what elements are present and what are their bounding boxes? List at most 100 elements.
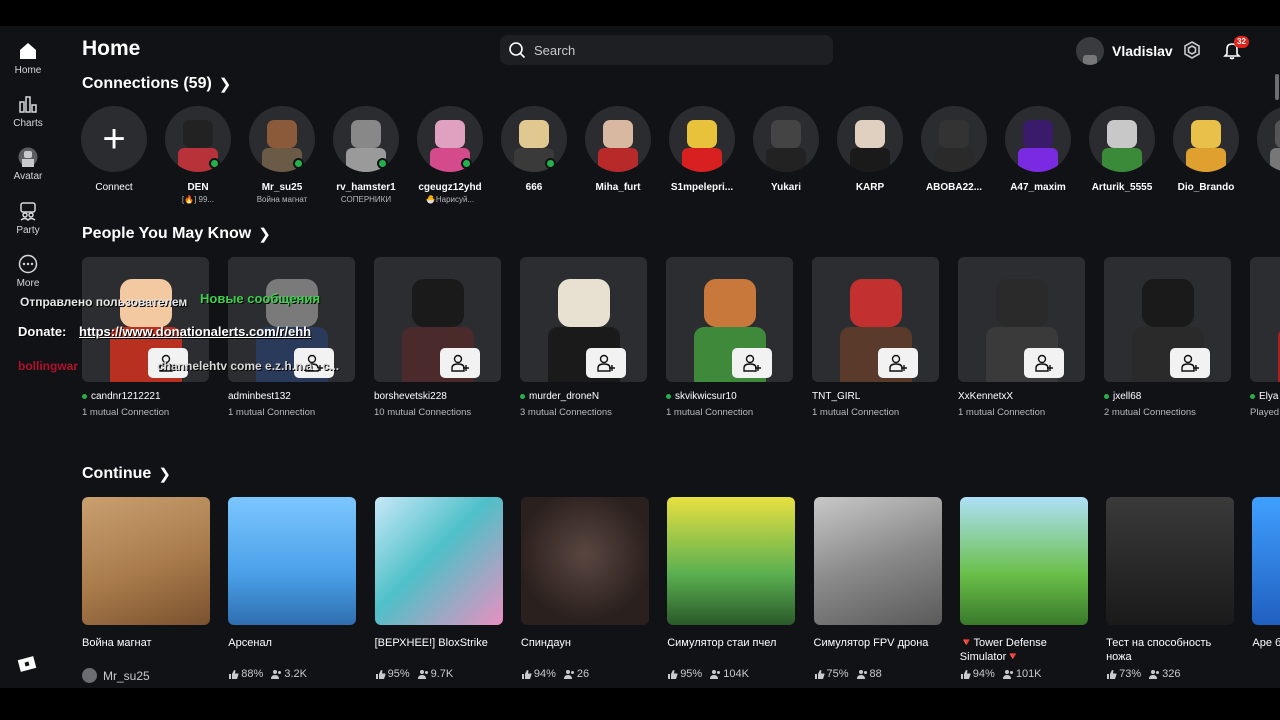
search-input[interactable]: Search: [500, 35, 833, 65]
person-name: adminbest132: [228, 391, 291, 402]
game-stats: 75% 88: [814, 668, 942, 680]
friend-item[interactable]: S1mpelepri...: [660, 106, 744, 195]
connect-label: Connect: [95, 182, 133, 193]
user-profile-button[interactable]: Vladislav: [1076, 37, 1173, 65]
friend-item[interactable]: cgeugz12yhd 🐣Нарисуй...: [408, 106, 492, 204]
person-avatar: [1104, 257, 1231, 382]
person-card[interactable]: borshevetski228 10 mutual Connections: [374, 257, 502, 418]
connect-button[interactable]: + Connect: [72, 106, 156, 193]
friend-item[interactable]: Dio_Brando: [1164, 106, 1248, 195]
person-avatar: [666, 257, 793, 382]
roblox-logo-icon[interactable]: [17, 654, 37, 674]
person-mutual: 1 mutual Connection: [666, 407, 754, 418]
friend-item[interactable]: 666: [492, 106, 576, 195]
nav-avatar[interactable]: Avatar: [0, 145, 56, 182]
game-card[interactable]: Аре бое: [1252, 497, 1280, 664]
people-you-may-know-heading[interactable]: People You May Know ❯: [82, 225, 271, 243]
person-name: TNT_GIRL: [812, 391, 861, 402]
game-thumbnail: [667, 497, 796, 625]
roblox-home-app: Home Charts Avatar Party More Home Searc…: [0, 26, 1280, 688]
chevron-right-icon: ❯: [158, 466, 171, 483]
avatar-icon: [18, 147, 38, 167]
game-card[interactable]: Война магнат Mr_su25: [82, 497, 210, 683]
friend-item[interactable]: Mr_su25 Война магнат: [240, 106, 324, 204]
game-rating: 95%: [387, 668, 410, 680]
game-card[interactable]: Симулятор стаи пчел 95% 104K: [667, 497, 796, 680]
pymk-title: People You May Know: [82, 225, 252, 242]
friend-item[interactable]: ABOBA22...: [912, 106, 996, 195]
game-thumbnail: [520, 497, 649, 625]
person-card[interactable]: jxell68 2 mutual Connections: [1104, 257, 1232, 418]
add-friend-button[interactable]: [732, 348, 772, 378]
friend-item[interactable]: Yukari: [744, 106, 828, 195]
game-card[interactable]: 🔻Tower Defense Simulator🔻 94% 101K: [959, 497, 1088, 680]
connections-carousel: + Connect DEN [🔥] 99... Mr_su25 Война магна…: [81, 106, 1280, 206]
person-name: borshevetski228: [374, 391, 447, 402]
friend-avatar: [585, 106, 651, 172]
add-friend-icon: [1035, 354, 1053, 372]
friend-avatar: [1089, 106, 1155, 172]
game-card[interactable]: Симулятор FPV дрона 75% 88: [813, 497, 942, 680]
person-mutual: 10 mutual Connections: [374, 407, 472, 418]
friend-name: Dio_Brando: [1177, 182, 1235, 193]
page-title: Home: [82, 37, 141, 60]
nav-party[interactable]: Party: [0, 199, 56, 236]
person-mutual: 1 mutual Connection: [812, 407, 900, 418]
continue-heading[interactable]: Continue ❯: [82, 465, 171, 483]
online-status-icon: [82, 394, 87, 399]
game-card[interactable]: Арсенал 88% 3.2K: [228, 497, 357, 680]
add-friend-button[interactable]: [878, 348, 918, 378]
online-status-icon: [377, 158, 388, 169]
game-rating: 94%: [533, 668, 556, 680]
party-icon: [20, 202, 36, 221]
game-card[interactable]: [ВЕРХНЕЕ!] BloxStrike 95% 9.7K: [374, 497, 503, 680]
person-card[interactable]: Elya Played: [1250, 257, 1280, 418]
person-card[interactable]: candnr1212221 1 mutual Connection: [82, 257, 210, 418]
friend-item[interactable]: KARP: [828, 106, 912, 195]
add-friend-button[interactable]: [1024, 348, 1064, 378]
person-card[interactable]: skvikwicsur10 1 mutual Connection: [666, 257, 794, 418]
friend-item[interactable]: DEN [🔥] 99...: [156, 106, 240, 204]
add-friend-button[interactable]: [148, 348, 188, 378]
game-rating: 94%: [972, 668, 995, 680]
players-icon: [710, 669, 721, 679]
online-status-icon: [666, 394, 671, 399]
game-title: Симулятор FPV дрона: [813, 637, 929, 649]
connections-heading[interactable]: Connections (59) ❯: [82, 75, 231, 93]
players-icon: [1002, 669, 1013, 679]
friend-item[interactable]: Arturik_5555: [1080, 106, 1164, 195]
players-icon: [271, 669, 282, 679]
friend-avatar: [165, 106, 231, 172]
add-friend-button[interactable]: [294, 348, 334, 378]
friend-name: Yukari: [770, 182, 802, 193]
person-name-row: TNT_GIRL: [812, 391, 940, 402]
friend-status: СОПЕРНИКИ: [340, 195, 392, 204]
game-thumbnail: [959, 497, 1088, 625]
game-card[interactable]: Спиндаун 94% 26: [520, 497, 649, 680]
person-card[interactable]: murder_droneN 3 mutual Connections: [520, 257, 648, 418]
game-card[interactable]: Тест на способность ножа 73% 326: [1106, 497, 1235, 680]
add-friend-button[interactable]: [440, 348, 480, 378]
person-avatar: [82, 257, 209, 382]
game-thumbnail: [1252, 497, 1280, 625]
person-card[interactable]: XxKennetxX 1 mutual Connection: [958, 257, 1086, 418]
chevron-right-icon: ❯: [258, 226, 271, 243]
nav-avatar-label: Avatar: [13, 171, 43, 182]
thumbs-up-icon: [521, 669, 532, 679]
person-card[interactable]: TNT_GIRL 1 mutual Connection: [812, 257, 940, 418]
left-nav: Home Charts Avatar Party More: [0, 26, 56, 688]
nav-more[interactable]: More: [0, 252, 56, 289]
add-friend-button[interactable]: [1170, 348, 1210, 378]
friend-item[interactable]: Miha_furt: [576, 106, 660, 195]
add-friend-button[interactable]: [586, 348, 626, 378]
person-avatar: [374, 257, 501, 382]
scrollbar[interactable]: [1275, 74, 1279, 100]
nav-home[interactable]: Home: [0, 39, 56, 76]
person-card[interactable]: adminbest132 1 mutual Connection: [228, 257, 356, 418]
nav-charts[interactable]: Charts: [0, 92, 56, 129]
friend-item[interactable]: rv_hamster1 СОПЕРНИКИ: [324, 106, 408, 204]
continue-title: Continue: [82, 465, 152, 482]
friend-item[interactable]: Fly: [1248, 106, 1280, 195]
friend-item[interactable]: A47_maxim: [996, 106, 1080, 195]
robux-icon[interactable]: [1183, 41, 1201, 59]
